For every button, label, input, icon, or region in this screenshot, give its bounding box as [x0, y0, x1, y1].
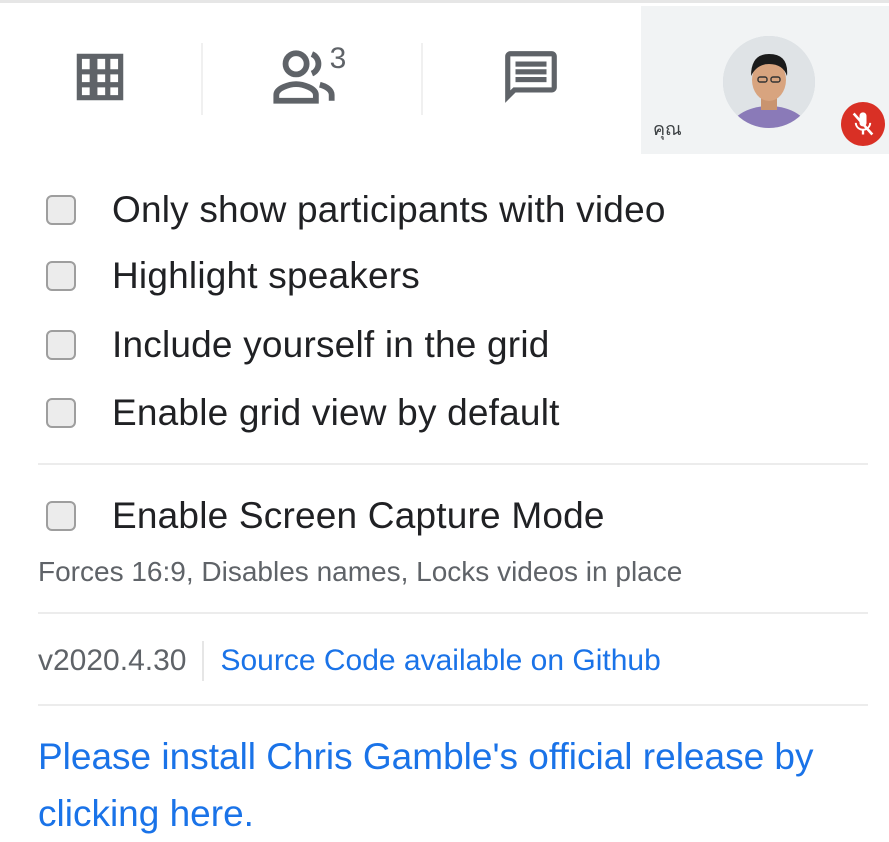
only-video-checkbox[interactable] — [46, 195, 76, 225]
option-label: Highlight speakers — [112, 255, 420, 296]
mic-off-icon — [849, 110, 877, 138]
option-only-video[interactable]: Only show participants with video — [46, 189, 666, 231]
install-official-link[interactable]: Please install Chris Gamble's official r… — [38, 728, 858, 842]
option-highlight-speakers[interactable]: Highlight speakers — [46, 255, 420, 297]
option-screen-capture[interactable]: Enable Screen Capture Mode — [46, 495, 605, 537]
version-text: v2020.4.30 — [38, 644, 187, 677]
source-code-link[interactable]: Source Code available on Github — [220, 644, 660, 678]
screen-capture-description: Forces 16:9, Disables names, Locks video… — [38, 556, 683, 587]
participant-count: 3 — [329, 42, 347, 75]
include-yourself-checkbox[interactable] — [46, 330, 76, 360]
option-label: Only show participants with video — [112, 189, 666, 230]
toolbar-divider — [201, 43, 203, 115]
mute-indicator — [841, 102, 885, 146]
option-label: Enable Screen Capture Mode — [112, 495, 605, 536]
people-icon — [272, 48, 336, 106]
version-divider — [202, 641, 205, 681]
option-grid-default[interactable]: Enable grid view by default — [46, 392, 560, 434]
grid-view-button[interactable] — [0, 3, 200, 151]
grid-view-icon — [69, 46, 131, 108]
section-divider — [38, 463, 868, 465]
version-row: v2020.4.30 Source Code available on Gith… — [38, 640, 661, 682]
chat-button[interactable] — [424, 3, 638, 151]
self-label: คุณ — [653, 119, 682, 139]
toolbar-divider — [421, 43, 423, 115]
section-divider — [38, 612, 868, 614]
chat-icon — [500, 46, 562, 108]
screen-capture-checkbox[interactable] — [46, 501, 76, 531]
option-label: Enable grid view by default — [112, 392, 560, 433]
grid-default-checkbox[interactable] — [46, 398, 76, 428]
option-label: Include yourself in the grid — [112, 324, 550, 365]
option-include-yourself[interactable]: Include yourself in the grid — [46, 324, 550, 366]
section-divider — [38, 704, 868, 706]
participants-button[interactable]: 3 — [204, 3, 420, 151]
self-video-tile[interactable]: คุณ — [641, 6, 889, 154]
highlight-speakers-checkbox[interactable] — [46, 261, 76, 291]
avatar — [723, 36, 815, 128]
toolbar: 3 คุณ — [0, 3, 889, 154]
